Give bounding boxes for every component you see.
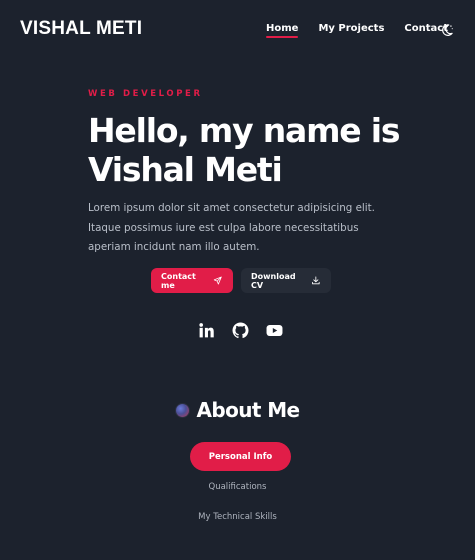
download-icon [312,276,320,285]
site-logo[interactable]: VISHAL METI [20,18,142,40]
main-nav: Home My Projects Contact [266,23,448,38]
contact-me-button[interactable]: Contact me [151,268,233,293]
social-links [198,322,283,339]
about-title-text: About Me [196,398,301,422]
hero-section: WEB DEVELOPER Hello, my name is Vishal M… [88,89,408,258]
about-section: About Me [0,398,475,422]
hero-subtitle: WEB DEVELOPER [88,89,203,99]
download-cv-label: Download CV [251,271,296,290]
hero-buttons: Contact me Download CV [151,268,331,293]
header: VISHAL METI Home My Projects Contact [0,0,475,60]
nav-my-projects[interactable]: My Projects [318,23,384,34]
about-heading: About Me [175,398,301,422]
youtube-icon[interactable] [266,322,283,339]
moon-icon[interactable] [440,22,454,36]
send-icon [214,276,223,285]
planet-icon [175,403,189,417]
contact-me-label: Contact me [161,271,196,290]
tab-technical-skills[interactable]: My Technical Skills [0,512,475,522]
tab-qualifications[interactable]: Qualifications [0,482,475,492]
download-cv-button[interactable]: Download CV [241,268,331,293]
linkedin-icon[interactable] [198,322,215,339]
hero-title: Hello, my name is Vishal Meti [88,111,400,189]
tab-personal-info[interactable]: Personal Info [190,442,291,471]
nav-home[interactable]: Home [266,23,299,38]
github-icon[interactable] [232,322,249,339]
hero-description: Lorem ipsum dolor sit amet consectetur a… [88,202,375,253]
